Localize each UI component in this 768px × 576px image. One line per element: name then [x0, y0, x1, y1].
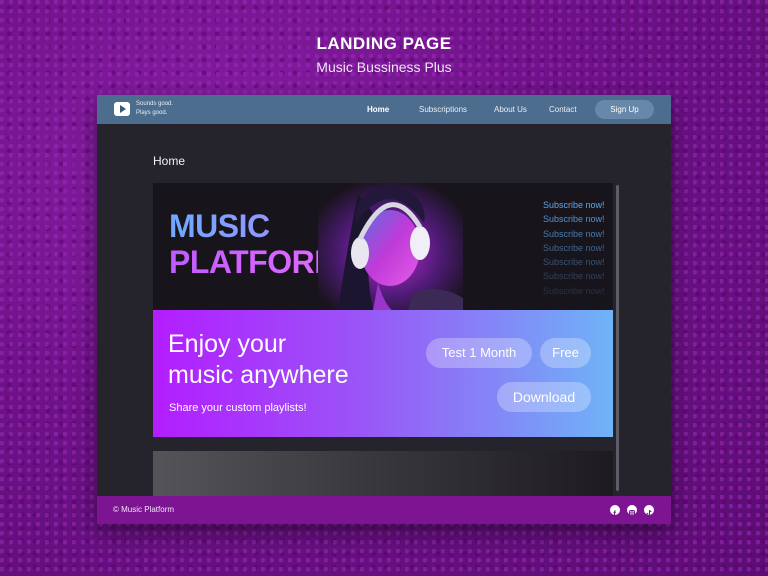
promo-subtext: Share your custom playlists!	[169, 402, 307, 414]
landing-title: LANDING PAGE	[316, 34, 452, 53]
free-button[interactable]: Free	[540, 338, 591, 368]
brand-tagline: Sounds good. Plays good.	[136, 100, 173, 118]
landing-header: LANDING PAGE Music Bussiness Plus	[0, 34, 768, 75]
hero-title: MUSIC PLATFORM	[169, 208, 341, 280]
subscribe-now-text[interactable]: Subscribe now!	[543, 284, 605, 298]
promo-section: Enjoy your music anywhere Share your cus…	[153, 310, 613, 437]
nav-link-about-us[interactable]: About Us	[494, 105, 527, 114]
subscribe-now-text[interactable]: Subscribe now!	[543, 241, 605, 255]
top-navigation: Sounds good. Plays good. Home Subscripti…	[97, 95, 671, 124]
play-logo-icon[interactable]	[114, 102, 130, 116]
content-scrollbar[interactable]	[616, 185, 619, 491]
nav-link-home[interactable]: Home	[367, 105, 389, 114]
subscribe-now-text[interactable]: Subscribe now!	[543, 212, 605, 226]
tagline-line-2: Plays good.	[136, 110, 168, 116]
svg-text:f: f	[613, 509, 616, 518]
hero-banner: MUSIC PLATFORM Subscribe now! Subscribe …	[153, 183, 613, 310]
footer-copyright: © Music Platform	[113, 505, 175, 514]
landing-subtitle: Music Bussiness Plus	[316, 59, 452, 75]
promo-headline: Enjoy your music anywhere	[168, 329, 349, 391]
subscribe-now-text[interactable]: Subscribe now!	[543, 198, 605, 212]
nav-link-contact[interactable]: Contact	[549, 105, 577, 114]
promo-headline-line-1: Enjoy your	[168, 330, 287, 358]
next-section-preview	[153, 451, 613, 498]
test-1-month-button[interactable]: Test 1 Month	[426, 338, 532, 368]
hero-title-line-2: PLATFORM	[169, 244, 341, 280]
subscribe-now-text[interactable]: Subscribe now!	[543, 255, 605, 269]
instagram-icon[interactable]	[627, 505, 637, 516]
subscribe-now-text[interactable]: Subscribe now!	[543, 227, 605, 241]
woman-with-headphones-image	[318, 183, 463, 310]
download-button[interactable]: Download	[497, 382, 591, 412]
tagline-line-1: Sounds good.	[136, 101, 174, 107]
hero-title-line-1: MUSIC	[169, 208, 340, 244]
subscribe-now-list: Subscribe now! Subscribe now! Subscribe …	[543, 198, 605, 298]
subscribe-now-text[interactable]: Subscribe now!	[543, 269, 605, 283]
site-footer: © Music Platform f	[97, 496, 671, 524]
page-title: Home	[153, 154, 186, 168]
sign-up-button[interactable]: Sign Up	[595, 100, 654, 119]
promo-headline-line-2: music anywhere	[168, 361, 349, 389]
tiktok-icon[interactable]	[644, 505, 654, 517]
website-mockup: Sounds good. Plays good. Home Subscripti…	[97, 95, 671, 524]
facebook-icon[interactable]: f	[610, 505, 620, 518]
nav-link-subscriptions[interactable]: Subscriptions	[419, 105, 467, 114]
